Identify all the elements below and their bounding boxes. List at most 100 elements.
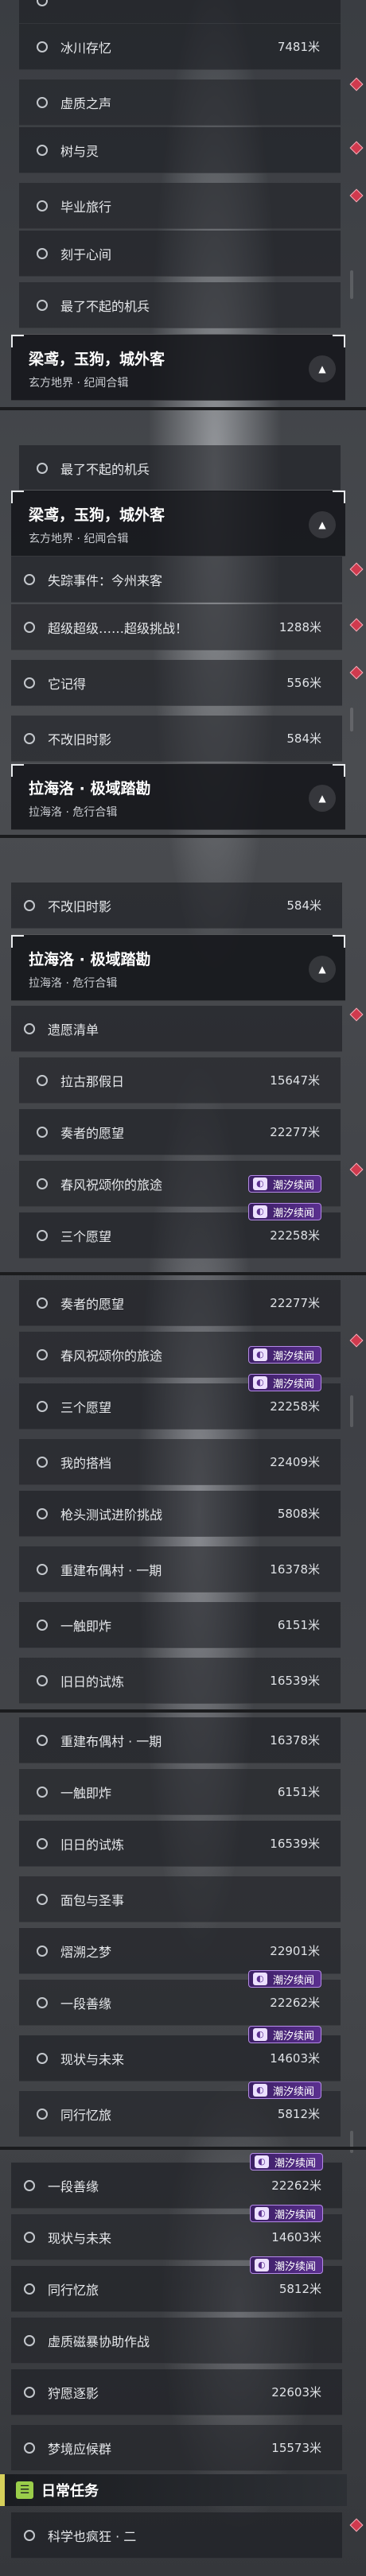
collection-header[interactable]: 梁鸢，玉狗，城外客 玄方地界 · 纪闻合辑 ▲ (11, 490, 345, 557)
quest-row[interactable]: 春风祝颂你的旅途 ◐ 潮汐续闻 (19, 1332, 341, 1378)
collapse-toggle-icon[interactable]: ▲ (309, 956, 336, 983)
quest-row[interactable]: 旧日的试炼 16539米 (19, 1821, 341, 1867)
corner-decoration (11, 491, 24, 503)
quest-row[interactable]: 不改旧时影 584米 (11, 716, 342, 762)
quest-distance: 16539米 (270, 1674, 320, 1688)
collapse-toggle-icon[interactable]: ▲ (309, 785, 336, 812)
quest-row[interactable]: 奏者的愿望 22277米 (19, 1109, 341, 1155)
scrollbar[interactable] (350, 270, 353, 299)
collapse-toggle-icon[interactable]: ▲ (309, 355, 336, 382)
badge-label: 潮汐续闻 (272, 1378, 314, 1391)
quest-row[interactable]: 面包与圣事 (19, 1876, 341, 1922)
quest-row[interactable]: 三个愿望 22258米 ◐ 潮汐续闻 (19, 1203, 341, 1259)
screen-divider (0, 1272, 366, 1275)
quest-name: 失踪事件：今州来客 (48, 572, 163, 588)
quest-row[interactable]: 我的搭档 22409米 (19, 1439, 341, 1485)
tide-icon: ◐ (254, 2259, 269, 2271)
quest-row[interactable]: 梦境应候群 15573米 (11, 2425, 342, 2471)
quest-status-circle-icon (37, 1229, 48, 1241)
quest-row[interactable]: 树与灵 (19, 127, 341, 173)
quest-row[interactable]: 春风祝颂你的旅途 ◐ 潮汐续闻 (19, 1161, 341, 1207)
quest-row[interactable]: 现状与未来 14603米 ◐ 潮汐续闻 (11, 2205, 342, 2260)
quest-row[interactable]: 旧日的试炼 16539米 (19, 1658, 341, 1704)
quest-row[interactable]: 狩愿逐影 22603米 (11, 2369, 342, 2415)
collapse-toggle-icon[interactable]: ▲ (309, 511, 336, 538)
quest-distance: 584米 (286, 731, 321, 746)
quest-row[interactable]: 一段善缘 22262米 ◐ 潮汐续闻 (19, 1970, 341, 2026)
corner-decoration (333, 935, 345, 948)
scrollbar[interactable] (350, 708, 353, 731)
quest-row[interactable]: 枪头测试进阶挑战 5808米 (19, 1491, 341, 1537)
collection-header[interactable]: 拉海洛 · 极域踏勘 拉海洛 · 危行合辑 ▲ (11, 934, 345, 1001)
quest-row[interactable]: 不改旧时影 584米 (11, 883, 342, 929)
badge-label: 潮汐续闻 (272, 1179, 314, 1192)
quest-row[interactable]: 刻于心间 (19, 231, 341, 277)
tide-icon: ◐ (252, 2028, 267, 2041)
quest-status-circle-icon (24, 899, 35, 911)
quest-status-circle-icon (37, 1177, 48, 1189)
quest-status-circle-icon (24, 573, 35, 585)
quest-distance: 16539米 (270, 1837, 320, 1851)
quest-row[interactable]: 科学也疯狂 · 二 (11, 2512, 342, 2559)
quest-row[interactable]: 拉古那假日 15647米 (19, 1057, 341, 1104)
corner-decoration (333, 764, 345, 777)
task-icon: ☰ (16, 2481, 33, 2499)
tide-event-badge: ◐ 潮汐续闻 (249, 2153, 323, 2171)
scrollbar[interactable] (350, 1395, 353, 1427)
quest-distance: 15647米 (270, 1073, 320, 1088)
quest-row[interactable]: 失踪事件：今州来客 (11, 557, 342, 603)
quest-status-circle-icon (24, 732, 35, 744)
quest-distance: 5812米 (278, 2282, 321, 2296)
collection-title: 梁鸢，玉狗，城外客 (29, 506, 165, 524)
collection-header[interactable]: 拉海洛 · 极域踏勘 拉海洛 · 危行合辑 ▲ (11, 763, 345, 830)
quest-row[interactable]: 熠溯之梦 22901米 (19, 1928, 341, 1974)
quest-status-circle-icon (37, 0, 48, 6)
quest-row[interactable]: 虚质磁暴协助作战 (11, 2318, 342, 2364)
quest-row[interactable]: 最了不起的机兵 (19, 282, 341, 328)
quest-status-circle-icon (37, 1126, 48, 1138)
quest-row[interactable]: 虚质之声 (19, 80, 341, 126)
tide-event-badge: ◐ 潮汐续闻 (247, 1346, 321, 1364)
badge-label: 潮汐续闻 (272, 2085, 314, 2098)
quest-row[interactable]: 现状与未来 14603米 ◐ 潮汐续闻 (19, 2026, 341, 2081)
tide-event-badge: ◐ 潮汐续闻 (249, 2256, 323, 2274)
quest-distance: 7481米 (277, 40, 320, 54)
quest-row[interactable]: 冰川存忆 7481米 (19, 24, 341, 70)
corner-decoration (11, 335, 24, 347)
quest-row[interactable]: 毕业旅行 (19, 183, 341, 229)
quest-row[interactable]: 它记得 556米 (11, 660, 342, 706)
quest-row[interactable]: 同行忆旅 5812米 ◐ 潮汐续闻 (19, 2081, 341, 2137)
tide-icon: ◐ (252, 1376, 267, 1389)
tide-icon: ◐ (254, 2155, 269, 2168)
quest-status-circle-icon (37, 1786, 48, 1798)
quest-row[interactable]: 超级超级……超级挑战！ 1288米 (11, 604, 342, 650)
quest-status-circle-icon (37, 1734, 48, 1746)
quest-status-circle-icon (24, 2179, 35, 2191)
quest-row[interactable]: 重建布偶村 · 一期 16378米 (19, 1717, 341, 1763)
badge-label: 潮汐续闻 (274, 2260, 316, 2273)
badge-label: 潮汐续闻 (272, 2030, 314, 2043)
corner-decoration (11, 764, 24, 777)
quest-status-circle-icon (37, 1837, 48, 1849)
quest-status-circle-icon (24, 677, 35, 689)
quest-row[interactable]: 同行忆旅 5812米 ◐ 潮汐续闻 (11, 2256, 342, 2312)
quest-row[interactable]: 一段善缘 22262米 ◐ 潮汐续闻 (11, 2153, 342, 2209)
quest-row[interactable]: 最了不起的机兵 (19, 445, 341, 491)
daily-tasks-header[interactable]: ☰ 日常任务 (0, 2474, 347, 2506)
quest-row[interactable]: 重建布偶村 · 一期 16378米 (19, 1546, 341, 1593)
quest-distance: 1288米 (278, 620, 321, 634)
quest-row[interactable]: 一触即炸 6151米 (19, 1769, 341, 1815)
quest-distance: 22409米 (270, 1455, 320, 1469)
quest-row[interactable]: 一触即炸 6151米 (19, 1602, 341, 1648)
quest-row[interactable]: 三个愿望 22258米 ◐ 潮汐续闻 (19, 1374, 341, 1430)
corner-decoration (333, 335, 345, 347)
quest-distance: 22277米 (270, 1296, 320, 1310)
quest-distance: 22901米 (270, 1944, 320, 1958)
quest-row[interactable]: 奏者的愿望 22277米 (19, 1280, 341, 1326)
quest-row[interactable] (19, 0, 341, 24)
tide-event-badge: ◐ 潮汐续闻 (247, 2081, 321, 2099)
quest-row[interactable]: 遗愿清单 (11, 1006, 342, 1052)
tide-event-badge: ◐ 潮汐续闻 (247, 2026, 321, 2043)
quest-distance: 5808米 (277, 1507, 320, 1521)
collection-header[interactable]: 梁鸢，玉狗，城外客 玄方地界 · 纪闻合辑 ▲ (11, 334, 345, 401)
